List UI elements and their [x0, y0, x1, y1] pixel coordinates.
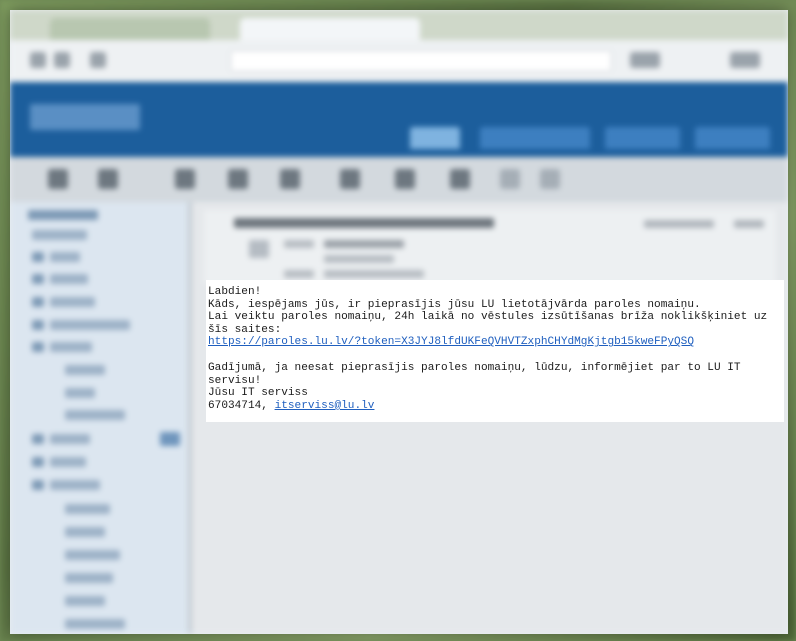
folder-item[interactable]: [50, 320, 130, 330]
folder-icon: [32, 434, 44, 444]
browser-tab[interactable]: [50, 18, 210, 40]
date-value: [324, 270, 424, 278]
tab-addressbook[interactable]: [480, 127, 590, 149]
forward-icon[interactable]: [54, 52, 70, 68]
mail-toolbar-icon[interactable]: [395, 169, 415, 189]
menu-icon[interactable]: [730, 52, 760, 68]
mail-toolbar-icon[interactable]: [340, 169, 360, 189]
sender-avatar: [249, 240, 269, 258]
bookmark-button[interactable]: [630, 52, 660, 68]
browser-tab-bar: [10, 10, 788, 40]
unread-count-badge: [160, 432, 180, 446]
tab-settings[interactable]: [605, 127, 680, 149]
url-input[interactable]: [230, 50, 612, 72]
folder-icon: [32, 457, 44, 467]
folder-item[interactable]: [50, 274, 88, 284]
folder-icon: [32, 297, 44, 307]
mail-toolbar-icon[interactable]: [500, 169, 520, 189]
tab-mail[interactable]: [410, 127, 460, 149]
folder-item[interactable]: [28, 210, 98, 220]
mail-app-header: [10, 82, 788, 157]
browser-tab-active[interactable]: [240, 18, 420, 40]
folder-icon: [32, 342, 44, 352]
tab-logout[interactable]: [695, 127, 770, 149]
message-date: [644, 220, 714, 228]
browser-window: Labdien! Kāds, iespējams jūs, ir piepras…: [10, 10, 788, 634]
mail-toolbar-icon[interactable]: [450, 169, 470, 189]
folder-item[interactable]: [50, 480, 100, 490]
folder-item[interactable]: [50, 252, 80, 262]
email-greeting: Labdien!: [208, 286, 262, 298]
message-header: [204, 210, 776, 284]
email-line: šīs saites:: [208, 323, 282, 336]
reload-icon[interactable]: [90, 52, 106, 68]
email-signature: Jūsu IT serviss: [208, 387, 308, 400]
from-label: [284, 240, 314, 248]
folder-item[interactable]: [50, 434, 90, 444]
contact-phone: 67034714,: [208, 399, 275, 412]
back-icon[interactable]: [30, 52, 46, 68]
mail-toolbar-icon[interactable]: [175, 169, 195, 189]
address-bar: [10, 40, 788, 82]
mail-toolbar-icon[interactable]: [228, 169, 248, 189]
folder-item[interactable]: [50, 342, 92, 352]
message-subject: [234, 218, 494, 228]
folder-item[interactable]: [65, 573, 113, 583]
folder-item[interactable]: [65, 619, 125, 629]
folder-icon: [32, 252, 44, 262]
to-value[interactable]: [324, 255, 394, 263]
email-body: Labdien! Kāds, iespējams jūs, ir piepras…: [206, 280, 784, 422]
from-value[interactable]: [324, 240, 404, 248]
date-label: [284, 270, 314, 278]
folder-item[interactable]: [65, 410, 125, 420]
folder-item[interactable]: [65, 504, 110, 514]
password-reset-link[interactable]: https://paroles.lu.lv/?token=X3JYJ8lfdUK…: [208, 336, 694, 348]
folder-icon: [32, 274, 44, 284]
email-line: servisu!: [208, 374, 262, 387]
folder-item[interactable]: [32, 230, 87, 240]
contact-email-link[interactable]: itserviss@lu.lv: [275, 400, 375, 412]
folder-item[interactable]: [65, 596, 105, 606]
mail-toolbar-icon[interactable]: [48, 169, 68, 189]
mail-toolbar: [10, 157, 788, 203]
header-actions[interactable]: [734, 220, 764, 228]
folder-icon: [32, 480, 44, 490]
email-line: Gadījumā, ja neesat pieprasījis paroles …: [208, 361, 741, 374]
folder-item[interactable]: [50, 457, 86, 467]
mail-toolbar-icon[interactable]: [98, 169, 118, 189]
email-line: Kāds, iespējams jūs, ir pieprasījis jūsu…: [208, 298, 701, 311]
mail-toolbar-icon[interactable]: [280, 169, 300, 189]
folder-item[interactable]: [50, 297, 95, 307]
mail-toolbar-icon[interactable]: [540, 169, 560, 189]
app-logo: [30, 104, 140, 130]
folder-item[interactable]: [65, 365, 105, 375]
folder-item[interactable]: [65, 550, 120, 560]
folder-sidebar: [10, 202, 192, 634]
folder-item[interactable]: [65, 527, 105, 537]
folder-icon: [32, 320, 44, 330]
email-line: Lai veiktu paroles nomaiņu, 24h laikā no…: [208, 311, 768, 324]
folder-item[interactable]: [65, 388, 95, 398]
